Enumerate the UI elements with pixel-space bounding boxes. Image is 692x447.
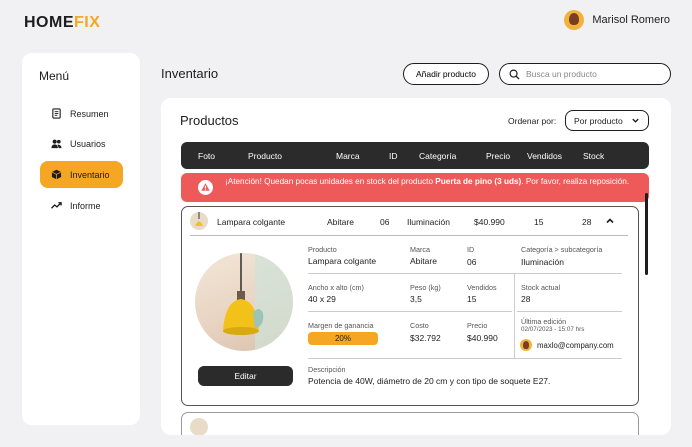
- warning-icon: [198, 180, 213, 195]
- edit-button[interactable]: Editar: [198, 366, 293, 386]
- detail-label: Descripción: [308, 365, 346, 374]
- column-header[interactable]: Producto: [248, 151, 282, 161]
- sidebar-item-usuarios[interactable]: Usuarios: [40, 130, 123, 157]
- document-icon: [52, 108, 61, 119]
- detail-value: Potencia de 40W, diámetro de 20 cm y con…: [308, 376, 551, 386]
- detail-divider: [308, 273, 622, 274]
- product-card-collapsed[interactable]: [181, 412, 639, 435]
- low-stock-alert: ¡Atención! Quedan pocas unidades en stoc…: [181, 173, 649, 202]
- user-avatar: [564, 10, 585, 30]
- last-edit-date: 02/07/2023 - 15:07 hrs: [521, 326, 585, 333]
- cell-stock: 28: [582, 217, 592, 227]
- brand-logo: HOMEFIX: [24, 14, 100, 32]
- products-panel: Productos Ordenar por: Por producto Foto…: [161, 98, 671, 435]
- sidebar-item-inventario[interactable]: Inventario: [40, 161, 123, 188]
- detail-divider: [517, 311, 622, 312]
- detail-label: Ancho x alto (cm): [308, 283, 364, 292]
- search-input[interactable]: [526, 69, 656, 79]
- column-header[interactable]: Marca: [336, 151, 360, 161]
- column-header[interactable]: Foto: [198, 151, 215, 161]
- user-menu[interactable]: Marisol Romero: [564, 10, 670, 30]
- scrollbar[interactable]: [645, 193, 648, 275]
- alert-text: ¡Atención! Quedan pocas unidades en stoc…: [225, 177, 635, 188]
- detail-value: 06: [467, 257, 477, 267]
- detail-value: 15: [467, 294, 477, 304]
- column-header[interactable]: Vendidos: [527, 151, 562, 161]
- editor-info: maxlo@company.com: [520, 339, 614, 351]
- alert-prefix: ¡Atención! Quedan pocas unidades en stoc…: [225, 177, 436, 186]
- cell-sold: 15: [534, 217, 544, 227]
- users-icon: [51, 139, 62, 149]
- detail-label: Producto: [308, 245, 337, 254]
- column-header[interactable]: Categoría: [419, 151, 456, 161]
- panel-title: Productos: [180, 113, 239, 128]
- product-thumbnail: [190, 418, 208, 435]
- product-card-expanded[interactable]: Lampara colgante Abitare 06 Iluminación …: [181, 206, 639, 406]
- chevron-down-icon: [632, 118, 639, 123]
- detail-value: $32.792: [410, 333, 441, 343]
- sidebar-item-informe[interactable]: Informe: [40, 192, 123, 219]
- sort-value: Por producto: [574, 115, 623, 126]
- detail-label: Vendidos: [467, 283, 497, 292]
- detail-value: $40.990: [467, 333, 498, 343]
- column-header[interactable]: Precio: [486, 151, 510, 161]
- chevron-up-icon[interactable]: [605, 216, 615, 226]
- table-header: Foto Producto Marca ID Categoría Precio …: [181, 142, 649, 169]
- search-box[interactable]: [499, 63, 671, 85]
- detail-value: Abitare: [410, 256, 437, 266]
- user-name: Marisol Romero: [592, 14, 670, 26]
- brand-part-2: FIX: [74, 14, 101, 31]
- column-header[interactable]: ID: [389, 151, 398, 161]
- add-product-button[interactable]: Añadir producto: [403, 63, 489, 85]
- cell-price: $40.990: [474, 217, 505, 227]
- detail-label: Última edición: [521, 317, 567, 326]
- page-title: Inventario: [161, 66, 219, 81]
- detail-divider: [514, 273, 515, 358]
- detail-value: 3,5: [410, 294, 422, 304]
- sidebar: Menú Resumen Usuarios Inventario Informe: [22, 53, 140, 425]
- sidebar-item-label: Resumen: [70, 108, 109, 119]
- search-icon: [509, 69, 520, 80]
- cell-product: Lampara colgante: [217, 217, 286, 227]
- alert-suffix: . Por favor, realiza reposición.: [521, 177, 630, 186]
- cell-id: 06: [380, 217, 390, 227]
- detail-label: Precio: [467, 321, 488, 330]
- row-divider: [190, 235, 628, 236]
- alert-product: Puerta de pino (3 uds): [435, 177, 522, 186]
- brand-part-1: HOME: [24, 14, 74, 31]
- detail-value: Iluminación: [521, 257, 564, 267]
- margin-badge: 20%: [308, 332, 378, 345]
- product-photo: [195, 253, 293, 351]
- sidebar-item-label: Usuarios: [70, 138, 106, 149]
- cell-category: Iluminación: [407, 217, 450, 227]
- sort-label: Ordenar por:: [508, 116, 557, 126]
- product-thumbnail: [190, 212, 208, 230]
- sidebar-title: Menú: [39, 69, 70, 83]
- column-header[interactable]: Stock: [583, 151, 604, 161]
- detail-divider: [308, 358, 622, 359]
- sidebar-item-label: Inventario: [70, 169, 110, 180]
- editor-avatar: [520, 339, 532, 351]
- cell-brand: Abitare: [327, 217, 354, 227]
- detail-value: Lampara colgante: [308, 256, 377, 266]
- box-icon: [51, 169, 62, 180]
- detail-label: Stock actual: [521, 283, 561, 292]
- detail-value: 28: [521, 294, 531, 304]
- table-row[interactable]: Lampara colgante Abitare 06 Iluminación …: [182, 207, 638, 234]
- editor-email: maxlo@company.com: [537, 340, 614, 350]
- sidebar-item-label: Informe: [70, 200, 101, 211]
- sidebar-item-resumen[interactable]: Resumen: [40, 100, 123, 127]
- detail-label: Marca: [410, 245, 430, 254]
- detail-label: ID: [467, 245, 475, 254]
- detail-label: Margen de ganancia: [308, 321, 374, 330]
- detail-label: Peso (kg): [410, 283, 441, 292]
- detail-value: 40 x 29: [308, 294, 336, 304]
- detail-label: Categoría > subcategoría: [521, 245, 603, 254]
- detail-label: Costo: [410, 321, 429, 330]
- sort-select[interactable]: Por producto: [565, 110, 649, 131]
- detail-divider: [308, 311, 512, 312]
- trend-icon: [51, 202, 62, 209]
